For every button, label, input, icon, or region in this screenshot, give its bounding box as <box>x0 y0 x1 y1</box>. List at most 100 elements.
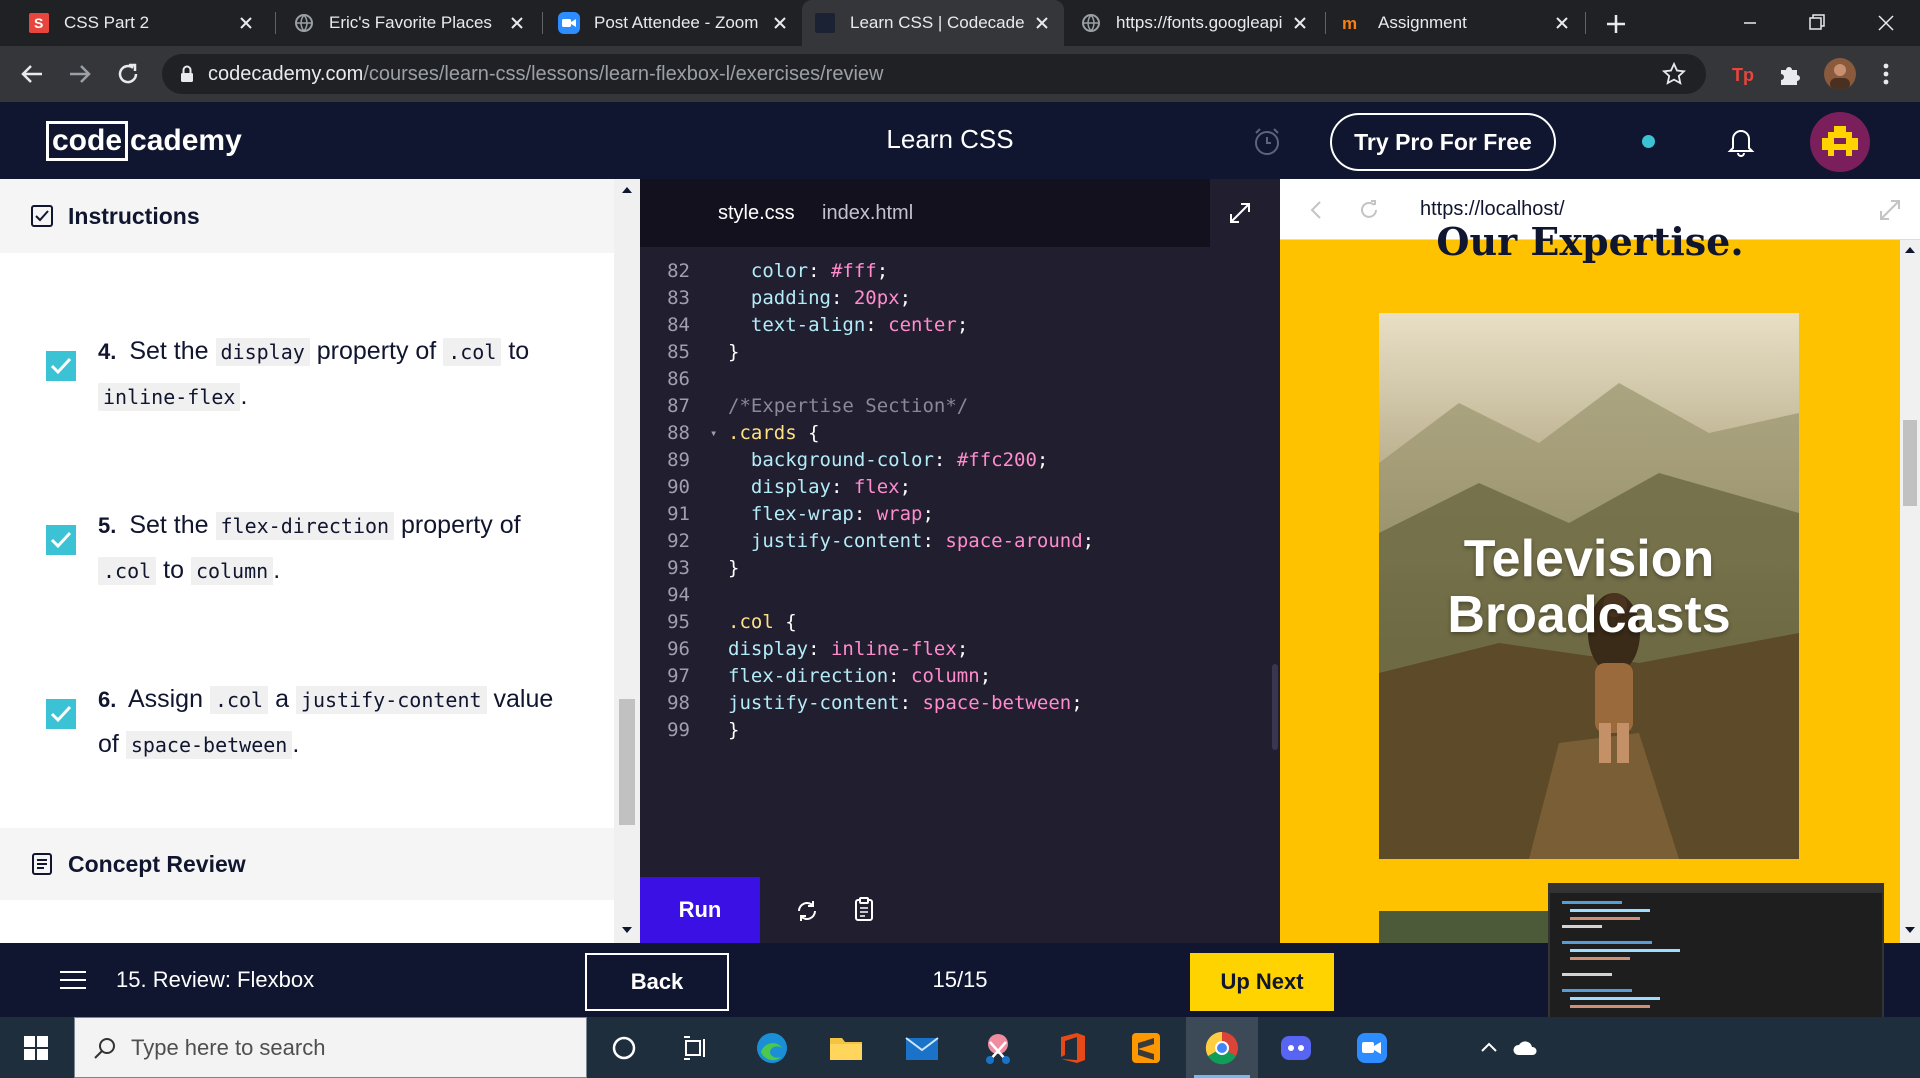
code-token: : <box>888 664 912 687</box>
codecademy-logo[interactable]: code cademy <box>46 120 242 162</box>
run-button[interactable]: Run <box>640 877 760 943</box>
zoom-taskbar-icon[interactable] <box>1336 1017 1408 1078</box>
browser-tab-6[interactable]: m Assignment <box>1330 0 1584 46</box>
scroll-up-arrow-icon[interactable] <box>1900 244 1920 256</box>
scrollbar-thumb[interactable] <box>1903 420 1917 506</box>
close-window-button[interactable] <box>1866 8 1906 38</box>
scrollbar-thumb[interactable] <box>619 699 635 825</box>
file-explorer-taskbar-icon[interactable] <box>810 1017 882 1078</box>
browser-tab-3[interactable]: Post Attendee - Zoom <box>546 0 802 46</box>
code-snippet: column <box>190 557 274 585</box>
browser-tab-strip: S CSS Part 2 Eric's Favorite Places Post… <box>0 0 1920 46</box>
code-snippet: justify-content <box>295 686 487 714</box>
back-button[interactable]: Back <box>585 953 729 1011</box>
close-tab-icon[interactable] <box>1552 13 1572 33</box>
up-next-button[interactable]: Up Next <box>1190 953 1334 1011</box>
try-pro-button[interactable]: Try Pro For Free <box>1330 113 1556 171</box>
step-text: Assign <box>127 685 203 713</box>
scroll-down-arrow-icon[interactable] <box>614 923 640 937</box>
tab-index-html[interactable]: index.html <box>822 179 913 247</box>
line-number: 98 <box>667 691 690 714</box>
tray-show-hidden-icon[interactable] <box>1478 1037 1500 1059</box>
mail-taskbar-icon[interactable] <box>886 1017 958 1078</box>
browser-tab-4-active[interactable]: Learn CSS | Codecademy <box>802 0 1064 46</box>
checkmark-icon <box>50 705 72 723</box>
step-6: 6. Assign .col a justify-content value o… <box>98 677 568 767</box>
alarm-clock-icon[interactable] <box>1250 124 1284 158</box>
office-taskbar-icon[interactable] <box>1036 1017 1108 1078</box>
clipboard-icon[interactable] <box>850 895 880 925</box>
snip-taskbar-icon[interactable] <box>962 1017 1034 1078</box>
course-title: Learn CSS <box>886 124 1014 154</box>
user-avatar[interactable] <box>1810 112 1870 172</box>
notifications-bell-icon[interactable] <box>1724 124 1758 158</box>
onedrive-cloud-icon[interactable] <box>1512 1037 1540 1059</box>
browser-tab-2[interactable]: Eric's Favorite Places <box>281 0 539 46</box>
status-dot <box>1642 135 1655 148</box>
taskbar-search-box[interactable]: Type here to search <box>74 1017 587 1078</box>
new-tab-button[interactable] <box>1602 10 1630 38</box>
forward-button[interactable] <box>64 58 96 90</box>
bookmark-star-icon[interactable] <box>1662 62 1686 86</box>
close-icon <box>1878 15 1894 31</box>
sublime-taskbar-icon[interactable] <box>1110 1017 1182 1078</box>
close-tab-icon[interactable] <box>1032 13 1052 33</box>
address-bar[interactable]: codecademy.com/courses/learn-css/lessons… <box>162 54 1706 94</box>
tp-extension-icon[interactable]: Tp <box>1730 60 1758 88</box>
logo-code-box: code <box>46 121 129 161</box>
step-text: Set the <box>129 511 209 539</box>
step-6-checkbox[interactable] <box>46 699 76 729</box>
instructions-scrollbar[interactable] <box>614 179 640 943</box>
instructions-header[interactable]: Instructions <box>0 179 614 253</box>
browser-tab-1[interactable]: S CSS Part 2 <box>16 0 268 46</box>
chrome-menu-icon[interactable] <box>1876 60 1896 88</box>
minimize-window-button[interactable] <box>1730 8 1770 38</box>
concept-review-header[interactable]: Concept Review <box>0 828 614 900</box>
start-button[interactable] <box>0 1017 72 1078</box>
edge-taskbar-icon[interactable] <box>736 1017 808 1078</box>
card-title-line: Broadcasts <box>1447 586 1731 644</box>
extensions-puzzle-icon[interactable] <box>1776 60 1804 88</box>
menu-hamburger-icon[interactable] <box>58 969 88 991</box>
browser-tab-5[interactable]: https://fonts.googleapis.com <box>1068 0 1322 46</box>
close-tab-icon[interactable] <box>1290 13 1310 33</box>
codecademy-header: code cademy Learn CSS Try Pro For Free <box>0 102 1920 179</box>
tab-style-css[interactable]: style.css <box>718 179 795 247</box>
discord-taskbar-icon[interactable] <box>1260 1017 1332 1078</box>
profile-avatar[interactable] <box>1824 58 1856 90</box>
code-token: padding <box>750 286 831 309</box>
close-tab-icon[interactable] <box>770 13 790 33</box>
reload-button[interactable] <box>112 58 144 90</box>
chrome-taskbar-icon[interactable] <box>1186 1017 1258 1078</box>
step-5-checkbox[interactable] <box>46 525 76 555</box>
task-view-button[interactable] <box>660 1017 732 1078</box>
code-token: : <box>830 286 854 309</box>
step-4-checkbox[interactable] <box>46 351 76 381</box>
back-button[interactable] <box>16 58 48 90</box>
tab-title: Learn CSS | Codecademy <box>850 13 1024 32</box>
scissors-icon <box>986 1033 1010 1064</box>
scroll-down-arrow-icon[interactable] <box>1900 924 1920 936</box>
close-tab-icon[interactable] <box>507 13 527 33</box>
scroll-up-arrow-icon[interactable] <box>614 183 640 197</box>
step-4: 4. Set the display property of .col to i… <box>98 329 568 419</box>
close-tab-icon[interactable] <box>236 13 256 33</box>
arrow-left-icon <box>21 65 42 83</box>
lesson-title[interactable]: 15. Review: Flexbox <box>116 967 314 993</box>
code-token: ; <box>899 475 912 498</box>
url-path: /courses/learn-css/lessons/learn-flexbox… <box>363 62 884 85</box>
editor-scrollbar-thumb[interactable] <box>1272 664 1278 750</box>
cortana-button[interactable] <box>588 1017 660 1078</box>
reset-code-icon[interactable] <box>792 896 822 926</box>
code-line[interactable]: 99} <box>640 713 1280 746</box>
code-token: : <box>830 475 854 498</box>
restore-window-button[interactable] <box>1796 8 1836 38</box>
preview-scrollbar[interactable] <box>1900 240 1920 943</box>
expand-editor-icon[interactable] <box>1224 197 1256 229</box>
code-token: display <box>728 637 809 660</box>
fold-arrow-icon[interactable]: ▾ <box>710 426 728 440</box>
step-text: to <box>508 337 530 365</box>
step-text: . <box>240 382 248 410</box>
